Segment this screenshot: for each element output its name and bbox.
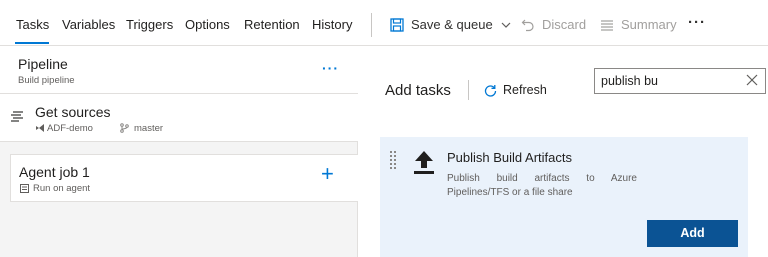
top-toolbar: Tasks Variables Triggers Options Retenti… <box>0 0 768 46</box>
add-task-button[interactable]: Add <box>647 220 738 247</box>
tab-triggers[interactable]: Triggers <box>126 17 173 32</box>
add-tasks-heading: Add tasks <box>385 82 451 99</box>
discard-button[interactable]: Discard <box>521 17 586 32</box>
active-tab-indicator <box>15 42 49 44</box>
refresh-icon <box>484 84 497 97</box>
save-icon <box>390 17 404 32</box>
heading-divider <box>468 80 469 100</box>
branch-icon <box>120 123 129 133</box>
pipeline-tree-panel: Pipeline Build pipeline ··· Get sources … <box>0 46 358 257</box>
toolbar-divider <box>371 13 372 37</box>
agent-job-title: Agent job 1 <box>19 164 90 180</box>
agent-job-subtitle: Run on agent <box>33 183 91 194</box>
chevron-down-icon <box>501 22 511 28</box>
get-sources-title: Get sources <box>35 104 111 120</box>
pipeline-more-button[interactable]: ··· <box>322 60 339 76</box>
discard-label: Discard <box>542 17 587 32</box>
agent-job-card[interactable]: Agent job 1 Run on agent + <box>10 154 358 202</box>
drag-handle-icon[interactable] <box>389 150 397 172</box>
get-sources-item[interactable]: Get sources ADF-demo master <box>0 94 358 142</box>
add-task-plus-button[interactable]: + <box>321 161 334 187</box>
task-result-card[interactable]: Publish Build Artifacts Publish build ar… <box>380 137 748 257</box>
clear-search-icon[interactable] <box>745 73 759 87</box>
add-tasks-panel: Add tasks Refresh publish bu Publish Bui… <box>359 46 768 257</box>
task-search-input[interactable] <box>595 69 735 93</box>
get-sources-icon <box>11 111 23 122</box>
tab-variables[interactable]: Variables <box>62 17 115 32</box>
refresh-button[interactable]: Refresh <box>484 83 547 97</box>
task-title: Publish Build Artifacts <box>447 150 573 165</box>
task-description: Publish build artifacts to Azure Pipelin… <box>447 173 637 198</box>
summary-button[interactable]: Summary <box>600 17 677 32</box>
save-queue-label: Save & queue <box>411 17 493 32</box>
agent-icon <box>20 184 29 193</box>
more-actions-button[interactable]: ··· <box>688 14 706 31</box>
refresh-label: Refresh <box>503 83 547 97</box>
undo-icon <box>521 19 534 31</box>
pipeline-subtitle: Build pipeline <box>18 75 75 86</box>
tab-retention[interactable]: Retention <box>244 17 300 32</box>
tab-options[interactable]: Options <box>185 17 230 32</box>
pipeline-title: Pipeline <box>18 56 68 72</box>
visual-studio-icon <box>36 124 44 132</box>
pipeline-card[interactable]: Pipeline Build pipeline ··· <box>0 46 358 94</box>
pipeline-editor: Tasks Variables Triggers Options Retenti… <box>0 0 768 257</box>
tab-history[interactable]: History <box>312 17 352 32</box>
upload-icon <box>414 151 434 174</box>
summary-label: Summary <box>621 17 677 32</box>
list-icon <box>601 19 613 31</box>
branch-name: master <box>134 123 164 134</box>
save-queue-button[interactable]: Save & queue <box>390 17 511 32</box>
tab-tasks[interactable]: Tasks <box>16 17 49 32</box>
repo-name: ADF-demo <box>47 123 93 134</box>
task-search-box <box>594 68 766 94</box>
